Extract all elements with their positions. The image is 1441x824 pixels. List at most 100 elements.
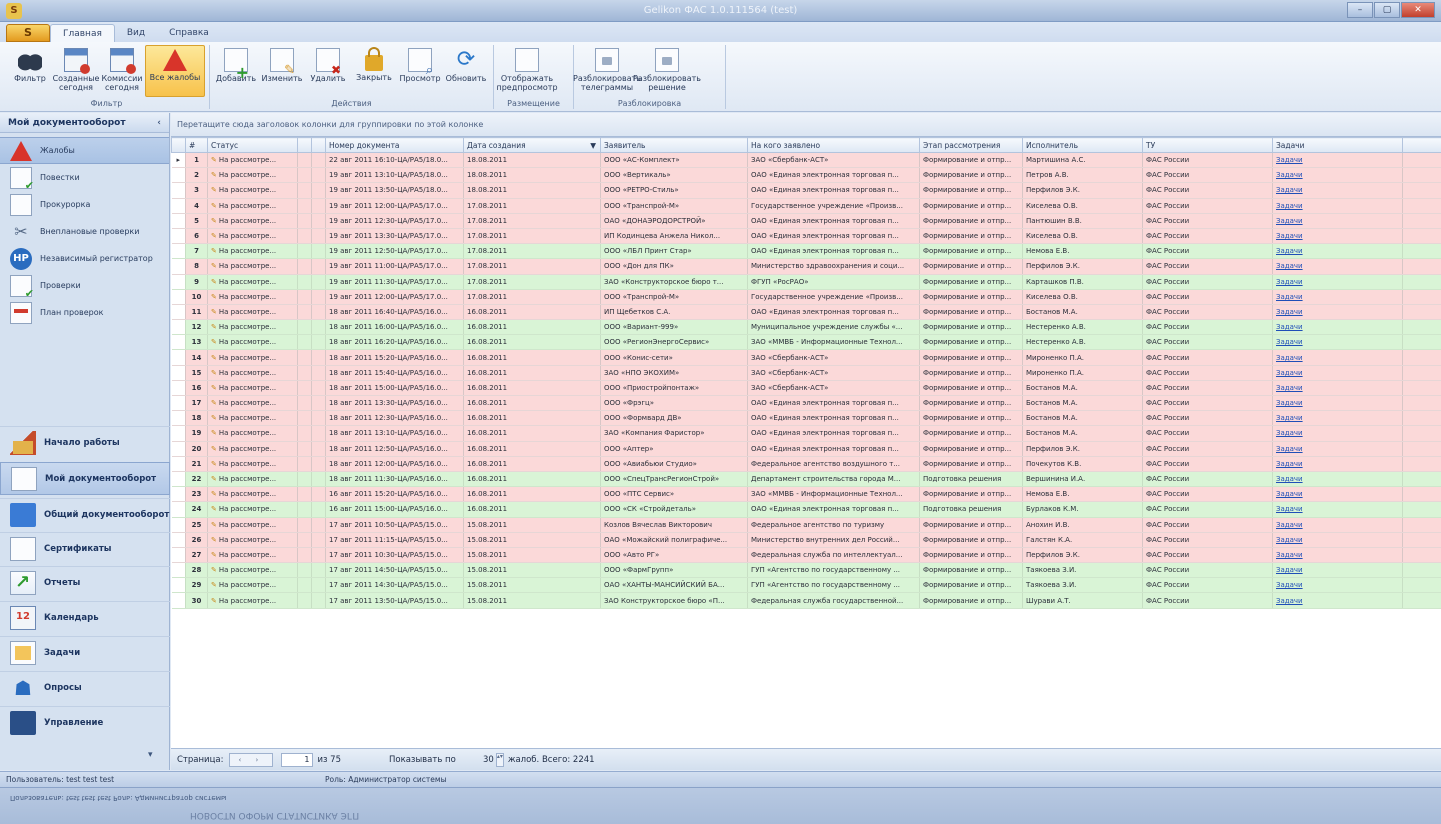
table-row[interactable]: 20 ✎ На рассмотре... 18 авг 2011 12:50-ЦА/Р… — [171, 441, 1441, 457]
row-tasks-link[interactable]: Задачи — [1272, 213, 1403, 229]
table-row[interactable]: 8 ✎ На рассмотре... 19 авг 2011 11:00-ЦА/РА… — [171, 258, 1441, 275]
row-selector[interactable] — [171, 289, 186, 305]
row-selector[interactable] — [171, 471, 186, 488]
table-row[interactable]: 7 ✎ На рассмотре... 19 авг 2011 12:50-ЦА/РА… — [171, 243, 1441, 260]
section-administration[interactable]: Управление — [0, 706, 170, 739]
column-header-applicant[interactable]: Заявитель — [600, 137, 748, 153]
column-header-respondent[interactable]: На кого заявлено — [747, 137, 920, 153]
row-tasks-link[interactable]: Задачи — [1272, 152, 1403, 169]
maximize-button[interactable]: ▢ — [1374, 2, 1400, 18]
column-header-number[interactable]: # — [185, 137, 208, 153]
row-selector[interactable] — [171, 410, 186, 427]
row-tasks-link[interactable]: Задачи — [1272, 577, 1403, 594]
nav-item-prosecutor[interactable]: Прокурорка — [0, 191, 169, 218]
page-nav-buttons[interactable]: ‹ › — [229, 752, 274, 767]
row-tasks-link[interactable]: Задачи — [1272, 425, 1403, 442]
row-tasks-link[interactable]: Задачи — [1272, 410, 1403, 427]
row-tasks-link[interactable]: Задачи — [1272, 334, 1403, 351]
row-selector[interactable] — [171, 243, 186, 260]
table-row[interactable]: 21 ✎ На рассмотре... 18 авг 2011 12:00-ЦА/Р… — [171, 456, 1441, 472]
row-tasks-link[interactable]: Задачи — [1272, 319, 1403, 336]
row-selector[interactable] — [171, 182, 186, 199]
column-header-doc-number[interactable]: Номер документа — [325, 137, 464, 153]
column-header-executor[interactable]: Исполнитель — [1022, 137, 1143, 153]
table-row[interactable]: 28 ✎ На рассмотре... 17 авг 2011 14:50-ЦА/Р… — [171, 562, 1441, 579]
table-row[interactable]: 6 ✎ На рассмотре... 19 авг 2011 13:30-ЦА/РА… — [171, 228, 1441, 245]
unlock-decision-button[interactable]: Разблокировать решение — [633, 45, 701, 97]
refresh-button[interactable]: ⟳ Обновить — [443, 45, 489, 97]
row-tasks-link[interactable]: Задачи — [1272, 456, 1403, 472]
table-row[interactable]: 11 ✎ На рассмотре... 18 авг 2011 16:40-ЦА/Р… — [171, 304, 1441, 321]
nav-item-inspections[interactable]: Проверки — [0, 272, 169, 300]
group-by-hint[interactable]: Перетащите сюда заголовок колонки для гр… — [171, 113, 1441, 137]
tab-help[interactable]: Справка — [157, 24, 221, 42]
unlock-telegrams-button[interactable]: Разблокировать телеграммы — [573, 45, 641, 97]
table-row[interactable]: 23 ✎ На рассмотре... 16 авг 2011 15:20-ЦА/Р… — [171, 486, 1441, 503]
row-selector[interactable]: ▸ — [171, 152, 186, 169]
row-selector[interactable] — [171, 213, 186, 229]
application-menu-button[interactable]: S — [6, 24, 50, 42]
table-row[interactable]: 29 ✎ На рассмотре... 17 авг 2011 14:30-ЦА/Р… — [171, 577, 1441, 594]
table-row[interactable]: 26 ✎ На рассмотре... 17 авг 2011 11:15-ЦА/Р… — [171, 532, 1441, 548]
row-selector[interactable] — [171, 441, 186, 457]
row-tasks-link[interactable]: Задачи — [1272, 592, 1403, 609]
all-complaints-button[interactable]: Все жалобы — [145, 45, 205, 97]
row-selector[interactable] — [171, 167, 186, 184]
row-selector[interactable] — [171, 592, 186, 609]
section-getting-started[interactable]: Начало работы — [0, 426, 170, 459]
row-tasks-link[interactable]: Задачи — [1272, 243, 1403, 260]
current-page-input[interactable]: 1 — [281, 752, 314, 767]
row-tasks-link[interactable]: Задачи — [1272, 395, 1403, 412]
row-tasks-link[interactable]: Задачи — [1272, 471, 1403, 488]
column-header-stage[interactable]: Этап рассмотрения — [919, 137, 1023, 153]
row-selector[interactable] — [171, 425, 186, 442]
row-tasks-link[interactable]: Задачи — [1272, 198, 1403, 214]
column-header-created-date[interactable]: Дата создания ▼ — [463, 137, 601, 153]
per-page-input[interactable]: 30 — [472, 755, 494, 765]
table-row[interactable]: 14 ✎ На рассмотре... 18 авг 2011 15:20-ЦА/Р… — [171, 349, 1441, 366]
row-selector[interactable] — [171, 365, 186, 381]
section-shared-documents[interactable]: Общий документооборот — [0, 498, 170, 531]
row-selector[interactable] — [171, 456, 186, 472]
column-header-flag-2[interactable] — [311, 137, 326, 153]
row-selector[interactable] — [171, 304, 186, 321]
expand-sections-icon[interactable]: ▾ — [148, 750, 153, 760]
table-row[interactable]: 22 ✎ На рассмотре... 18 авг 2011 11:30-ЦА/Р… — [171, 471, 1441, 488]
table-row[interactable]: 25 ✎ На рассмотре... 17 авг 2011 10:50-ЦА/Р… — [171, 517, 1441, 533]
table-row[interactable]: 27 ✎ На рассмотре... 17 авг 2011 10:30-ЦА/Р… — [171, 547, 1441, 564]
table-row[interactable]: 5 ✎ На рассмотре... 19 авг 2011 12:30-ЦА/РА… — [171, 213, 1441, 229]
row-tasks-link[interactable]: Задачи — [1272, 304, 1403, 321]
add-button[interactable]: Добавить — [213, 45, 259, 97]
show-preview-button[interactable]: Отображать предпросмотр — [496, 45, 558, 97]
tab-home[interactable]: Главная — [50, 24, 115, 42]
minimize-button[interactable]: – — [1347, 2, 1373, 18]
row-tasks-link[interactable]: Задачи — [1272, 562, 1403, 579]
filter-button[interactable]: Фильтр — [7, 45, 53, 97]
row-selector[interactable] — [171, 334, 186, 351]
table-row[interactable]: ▸ 1 ✎ На рассмотре... 22 авг 2011 16:10-ЦА/Р… — [171, 152, 1441, 169]
row-selector[interactable] — [171, 547, 186, 564]
row-tasks-link[interactable]: Задачи — [1272, 182, 1403, 199]
table-row[interactable]: 15 ✎ На рассмотре... 18 авг 2011 15:40-ЦА/Р… — [171, 365, 1441, 381]
row-tasks-link[interactable]: Задачи — [1272, 289, 1403, 305]
close-record-button[interactable]: Закрыть — [351, 45, 397, 97]
per-page-spinner[interactable]: ▴▾ — [495, 752, 504, 767]
table-row[interactable]: 2 ✎ На рассмотре... 19 авг 2011 13:10-ЦА/РА… — [171, 167, 1441, 184]
nav-item-agenda[interactable]: Повестки — [0, 164, 169, 192]
column-header-status[interactable]: Статус — [207, 137, 298, 153]
nav-item-inspection-plan[interactable]: План проверок — [0, 299, 169, 326]
row-tasks-link[interactable]: Задачи — [1272, 532, 1403, 548]
section-certificates[interactable]: Сертификаты — [0, 532, 170, 565]
section-tasks[interactable]: Задачи — [0, 636, 170, 669]
column-header-flag-1[interactable] — [297, 137, 312, 153]
table-row[interactable]: 18 ✎ На рассмотре... 18 авг 2011 12:30-ЦА/Р… — [171, 410, 1441, 427]
section-reports[interactable]: Отчеты — [0, 566, 170, 599]
section-surveys[interactable]: ☗ Опросы — [0, 671, 170, 704]
table-row[interactable]: 10 ✎ На рассмотре... 19 авг 2011 12:00-ЦА/Р… — [171, 289, 1441, 305]
commissions-today-button[interactable]: Комиссии сегодня — [99, 45, 145, 97]
table-row[interactable]: 16 ✎ На рассмотре... 18 авг 2011 15:00-ЦА/Р… — [171, 380, 1441, 397]
row-selector[interactable] — [171, 395, 186, 412]
table-row[interactable]: 12 ✎ На рассмотре... 18 авг 2011 16:00-ЦА/Р… — [171, 319, 1441, 336]
row-selector[interactable] — [171, 577, 186, 594]
delete-button[interactable]: Удалить — [305, 45, 351, 97]
